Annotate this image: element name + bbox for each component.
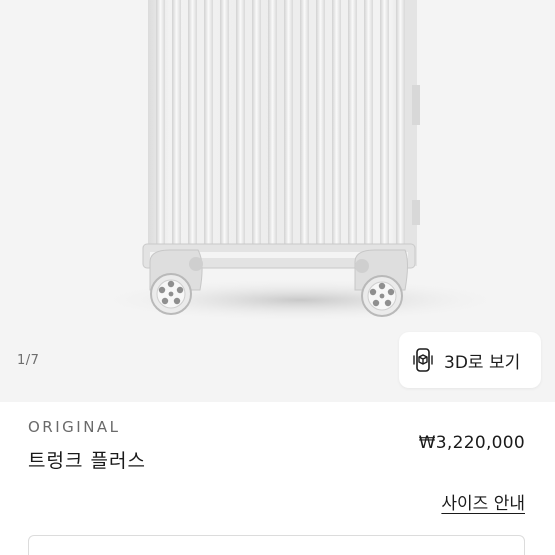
product-name: 트렁크 플러스 [28, 450, 146, 472]
view-3d-label: 3D로 보기 [444, 352, 521, 373]
image-counter: 1/7 [17, 353, 40, 368]
3d-cube-icon [413, 348, 433, 372]
collection-label: ORIGINAL [28, 418, 121, 436]
product-page: 1/7 3D로 보기 ORIGINAL 트렁크 플러스 ₩3,220,000 사… [0, 0, 555, 555]
size-guide-link[interactable]: 사이즈 안내 [441, 489, 525, 514]
product-price: ₩3,220,000 [418, 433, 525, 453]
product-gallery[interactable]: 1/7 3D로 보기 [0, 0, 555, 402]
view-3d-button[interactable]: 3D로 보기 [399, 332, 541, 388]
option-selector[interactable] [28, 535, 525, 555]
